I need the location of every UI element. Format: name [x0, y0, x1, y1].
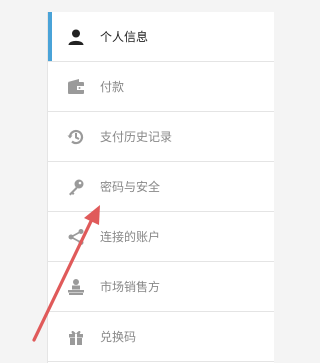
gift-icon [66, 327, 86, 347]
wallet-icon [66, 77, 86, 97]
sidebar-item-label: 市场销售方 [100, 280, 161, 294]
sidebar-item-redeem-code[interactable]: 兑换码 [48, 312, 274, 362]
seller-icon [66, 277, 86, 297]
settings-sidebar: 个人信息 付款 支付历史记录 密码与安全 连接的账户 市场销售方 兑换码 [47, 12, 274, 363]
sidebar-item-market-seller[interactable]: 市场销售方 [48, 262, 274, 312]
key-icon [66, 177, 86, 197]
sidebar-item-label: 密码与安全 [100, 180, 161, 194]
active-indicator [48, 12, 52, 61]
sidebar-item-personal-info[interactable]: 个人信息 [48, 12, 274, 62]
account-settings-page: 个人信息 付款 支付历史记录 密码与安全 连接的账户 市场销售方 兑换码 [0, 0, 274, 363]
sidebar-item-password-security[interactable]: 密码与安全 [48, 162, 274, 212]
sidebar-item-payment[interactable]: 付款 [48, 62, 274, 112]
sidebar-item-payment-history[interactable]: 支付历史记录 [48, 112, 274, 162]
sidebar-item-label: 个人信息 [100, 30, 149, 44]
sidebar-item-label: 连接的账户 [100, 230, 161, 244]
sidebar-item-label: 付款 [100, 80, 125, 94]
sidebar-item-label: 支付历史记录 [100, 130, 173, 144]
person-icon [66, 27, 86, 47]
history-icon [66, 127, 86, 147]
sidebar-item-label: 兑换码 [100, 330, 137, 344]
share-icon [66, 227, 86, 247]
sidebar-item-linked-accounts[interactable]: 连接的账户 [48, 212, 274, 262]
